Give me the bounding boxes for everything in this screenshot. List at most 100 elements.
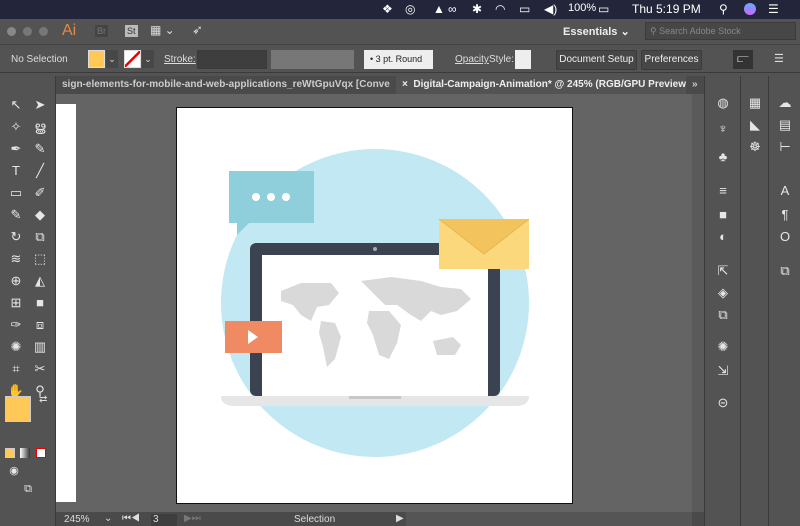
artboard-number[interactable]: 3 (151, 514, 177, 526)
opentype-icon[interactable]: O (774, 228, 796, 246)
links-icon[interactable]: ⊝ (712, 394, 734, 412)
align-left-icon[interactable]: ⊢ (774, 138, 796, 156)
swatches-icon[interactable]: ▦ (744, 94, 766, 112)
color-guide-icon[interactable]: ◍ (712, 94, 734, 112)
magic-wand-icon[interactable]: ✧ (6, 118, 26, 136)
stroke-swatch[interactable] (124, 50, 141, 68)
shapes-icon[interactable]: ◣ (744, 116, 766, 134)
paragraph-icon[interactable]: ¶ (774, 206, 796, 224)
blend-tool-icon[interactable]: ⧈ (30, 316, 50, 334)
expand-tabs-icon[interactable]: » (686, 76, 704, 94)
spotlight-icon[interactable]: ⚲ (719, 2, 728, 16)
artboard-tool-icon[interactable]: ⌗ (6, 360, 26, 378)
warp-tool-icon[interactable]: ≋ (6, 250, 26, 268)
mesh-tool-icon[interactable]: ⊞ (6, 294, 26, 312)
scale-tool-icon[interactable]: ⧉ (30, 228, 50, 246)
document-setup-button[interactable]: Document Setup (556, 50, 637, 70)
vertical-scrollbar[interactable] (692, 94, 704, 512)
status-tool[interactable]: Selection (294, 514, 335, 525)
stroke-weight-input[interactable] (197, 50, 267, 69)
fill-swatch[interactable] (88, 50, 105, 68)
shape-builder-icon[interactable]: ⊕ (6, 272, 26, 290)
drive-icon[interactable]: ▲ (433, 2, 445, 16)
slice-tool-icon[interactable]: ✂ (30, 360, 50, 378)
zoom-dropdown[interactable]: ⌄ (104, 513, 112, 524)
character-icon[interactable]: A (774, 182, 796, 200)
export-icon[interactable]: ⇱ (712, 262, 734, 280)
airplay-icon[interactable]: ▭ (519, 2, 530, 16)
stroke-dropdown[interactable]: ⌄ (142, 50, 154, 68)
dropbox-icon[interactable]: ❖ (382, 2, 393, 16)
rectangle-tool-icon[interactable]: ▭ (6, 184, 26, 202)
curvature-tool-icon[interactable]: ✎ (30, 140, 50, 158)
stroke-label[interactable]: Stroke: (164, 54, 196, 65)
stroke-panel-icon[interactable]: ≡ (712, 182, 734, 200)
shaper-tool-icon[interactable]: ✎ (6, 206, 26, 224)
tab-converted-eps[interactable]: sign-elements-for-mobile-and-web-applica… (56, 76, 390, 94)
selection-tool-icon[interactable]: ↖ (6, 96, 26, 114)
symbols-icon[interactable]: ♣ (712, 148, 734, 166)
pen-tool-icon[interactable]: ✒ (6, 140, 26, 158)
search-stock-input[interactable]: ⚲ Search Adobe Stock (645, 22, 796, 40)
variable-width-profile[interactable] (271, 50, 354, 69)
libraries-icon[interactable]: ☁ (774, 94, 796, 112)
swap-fill-stroke-icon[interactable]: ⇄ (39, 394, 47, 405)
none-mode-button[interactable] (36, 448, 46, 458)
volume-icon[interactable]: ◀) (544, 2, 557, 16)
infinity-icon[interactable]: ∞ (448, 2, 457, 16)
color-mode-button[interactable] (5, 448, 15, 458)
artboard[interactable] (176, 107, 573, 504)
perspective-grid-icon[interactable]: ◭ (30, 272, 50, 290)
siri-icon[interactable] (744, 3, 756, 15)
battery-icon[interactable]: ▭ (598, 2, 609, 16)
paintbrush-icon[interactable]: ✐ (30, 184, 50, 202)
first-artboard-button[interactable]: ⏮◀ (122, 513, 140, 524)
gradient-panel-icon[interactable]: ■ (712, 206, 734, 224)
eraser-icon[interactable]: ◆ (30, 206, 50, 224)
line-tool-icon[interactable]: ╱ (30, 162, 50, 180)
canvas-area[interactable] (56, 94, 704, 512)
close-tab-icon[interactable]: × (402, 79, 408, 90)
arrange-documents-icon[interactable]: ▦ ⌄ (150, 23, 175, 37)
panel-menu-icon[interactable]: ☰ (774, 52, 784, 65)
preferences-button[interactable]: Preferences (641, 50, 702, 70)
opacity-label[interactable]: Opacity (455, 54, 489, 65)
creative-cloud-icon[interactable]: ◎ (405, 2, 415, 16)
fill-color-box[interactable] (5, 396, 31, 422)
rotate-tool-icon[interactable]: ↻ (6, 228, 26, 246)
gradient-tool-icon[interactable]: ■ (30, 294, 50, 312)
workspace-switcher[interactable]: Essentials ⌄ (563, 25, 630, 38)
artboards-icon[interactable]: ⧉ (712, 306, 734, 324)
eyedropper-icon[interactable]: ✑ (6, 316, 26, 334)
fill-dropdown[interactable]: ⌄ (106, 50, 118, 68)
zoom-window-button[interactable] (39, 27, 48, 36)
brush-definition[interactable]: • 3 pt. Round (364, 50, 433, 69)
appearance-icon[interactable]: ✺ (712, 338, 734, 356)
type-tool-icon[interactable]: T (6, 162, 26, 180)
graphic-style-swatch[interactable] (515, 50, 531, 69)
screen-mode-icon[interactable]: ⧉ (18, 480, 38, 498)
wifi-icon[interactable]: ◠ (495, 2, 505, 16)
brushes-icon[interactable]: ♆ (712, 120, 734, 138)
align-panel-icon[interactable]: ▤ (774, 116, 796, 134)
close-window-button[interactable] (7, 27, 16, 36)
minimize-window-button[interactable] (23, 27, 32, 36)
notification-center-icon[interactable]: ☰ (768, 2, 779, 16)
lasso-icon[interactable]: ൠ (30, 118, 50, 136)
direct-selection-tool-icon[interactable]: ➤ (30, 96, 50, 114)
status-menu-arrow[interactable]: ▶ (396, 513, 404, 524)
draw-mode-icon[interactable]: ◉ (4, 462, 24, 480)
horizontal-scrollbar[interactable] (406, 512, 692, 526)
free-transform-icon[interactable]: ⬚ (30, 250, 50, 268)
bluetooth-icon[interactable]: ✱ (472, 2, 482, 16)
transparency-icon[interactable]: ◐ (712, 228, 734, 246)
stock-button[interactable]: St (125, 25, 138, 37)
color-palette-icon[interactable]: ☸ (744, 138, 766, 156)
zoom-level[interactable]: 245% (64, 514, 90, 525)
bridge-button[interactable]: Br (95, 25, 108, 37)
graph-tool-icon[interactable]: ▥ (30, 338, 50, 356)
align-icon[interactable]: ⫍ (733, 50, 753, 69)
symbol-sprayer-icon[interactable]: ✺ (6, 338, 26, 356)
next-artboard-button[interactable]: ▶⏭ (184, 513, 201, 524)
layers-icon[interactable]: ◈ (712, 284, 734, 302)
